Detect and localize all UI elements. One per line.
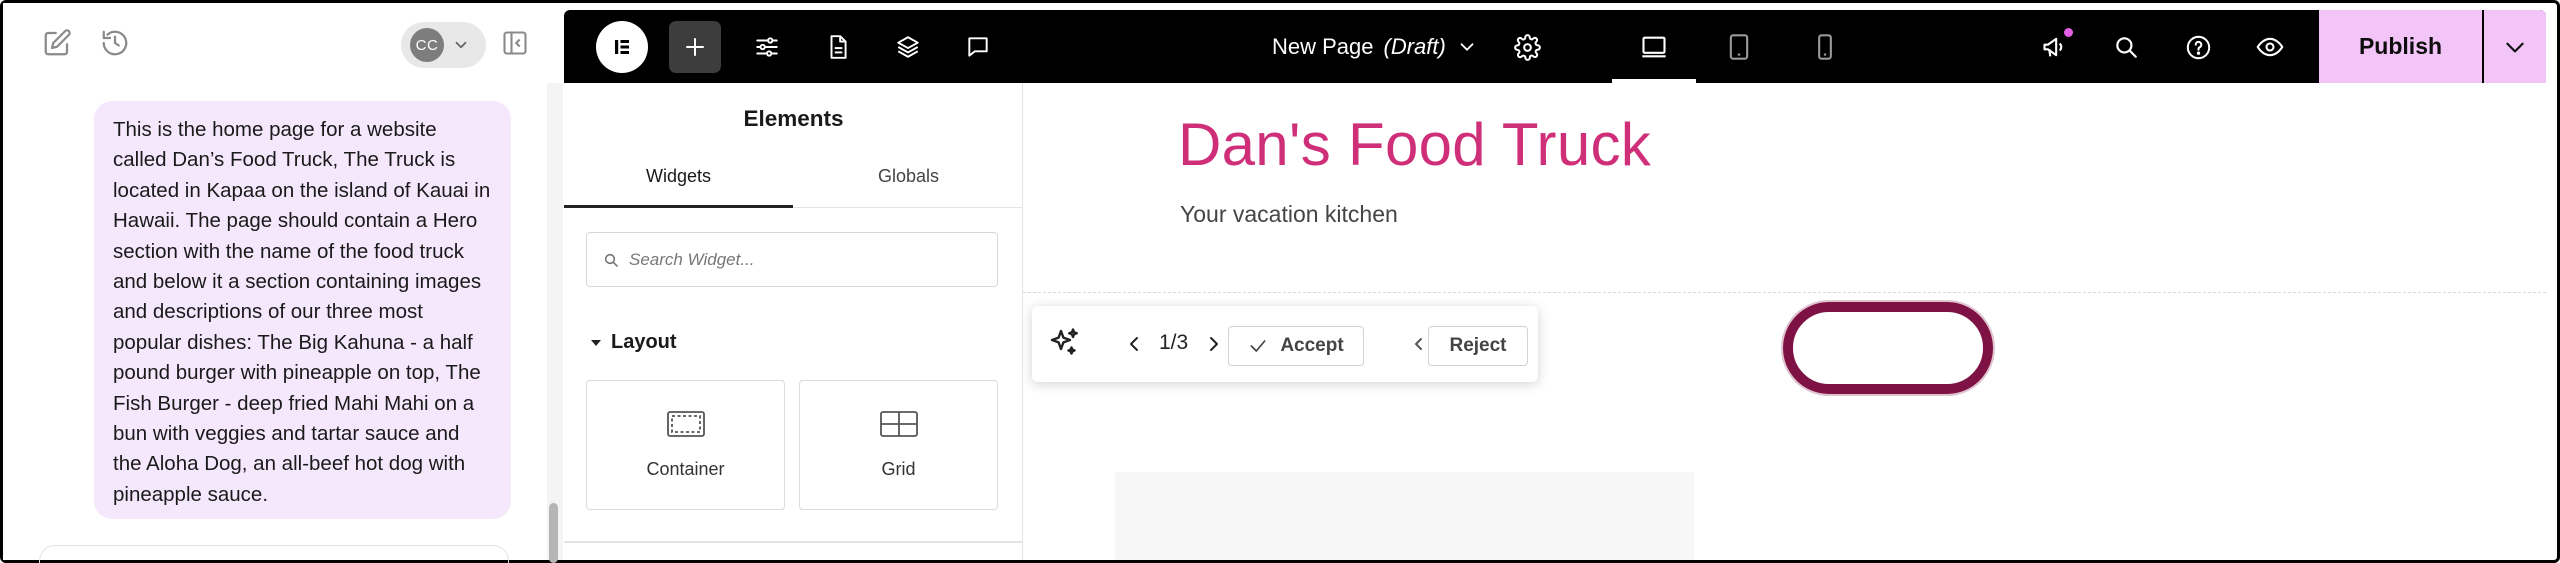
image-placeholder[interactable] (1115, 472, 1694, 560)
grid-icon (879, 411, 918, 437)
layers-icon[interactable] (887, 26, 929, 68)
scrollbar-thumb[interactable] (549, 503, 558, 563)
widget-search[interactable] (586, 232, 998, 287)
search-icon (604, 253, 618, 267)
page-icon[interactable] (817, 26, 859, 68)
accept-label: Accept (1280, 335, 1344, 356)
publish-options-button[interactable] (2484, 10, 2546, 83)
chat-toolbar: CC (3, 3, 563, 83)
reject-button[interactable]: Reject (1428, 326, 1528, 366)
chevron-left-icon (1410, 330, 1426, 363)
ai-suggestion-toolbar: 1/3 Accept Reject (1032, 306, 1538, 382)
page-status: (Draft) (1383, 33, 1446, 59)
comment-icon[interactable] (957, 26, 999, 68)
chevron-down-icon (1460, 42, 1474, 51)
editor: New Page (Draft) Publish Elements Widget… (564, 10, 2546, 560)
chevron-down-icon (2506, 42, 2524, 52)
widget-label: Grid (881, 459, 916, 479)
publish-button[interactable]: Publish (2319, 10, 2482, 83)
hero-subtitle[interactable]: Your vacation kitchen (1180, 201, 1398, 228)
chat-input-box[interactable] (39, 545, 509, 563)
hero-title[interactable]: Dan's Food Truck (1178, 110, 1651, 179)
container-icon (666, 411, 705, 437)
scrollbar-track[interactable] (547, 83, 563, 560)
elements-panel: Elements Widgets Globals Layout Containe… (564, 83, 1023, 560)
divider (564, 541, 1023, 543)
settings-gear-icon[interactable] (1506, 26, 1548, 68)
layout-section-toggle[interactable]: Layout (590, 331, 677, 354)
chat-panel: CC This is the home page for a website c… (3, 3, 563, 563)
page-title-menu[interactable]: New Page (Draft) (1272, 10, 1478, 83)
widget-label: Container (646, 459, 725, 479)
search-input[interactable] (629, 249, 989, 270)
collapse-panel-icon[interactable] (499, 27, 531, 59)
checkmark-icon (1250, 340, 1266, 352)
page-name: New Page (1272, 33, 1374, 59)
preview-eye-icon[interactable] (2249, 26, 2291, 68)
account-menu[interactable]: CC (401, 22, 486, 68)
caret-down-icon (591, 339, 601, 346)
chat-messages: This is the home page for a website call… (3, 83, 563, 563)
history-icon[interactable] (97, 25, 133, 61)
elementor-logo-icon[interactable] (596, 21, 648, 73)
panel-title: Elements (743, 106, 844, 131)
tablet-icon[interactable] (1718, 26, 1760, 68)
chevron-down-icon (455, 41, 467, 49)
avatar: CC (410, 28, 444, 62)
help-icon[interactable] (2177, 26, 2219, 68)
add-element-button[interactable] (669, 21, 721, 73)
new-chat-icon[interactable] (39, 25, 75, 61)
mobile-icon[interactable] (1804, 26, 1846, 68)
section-label: Layout (611, 331, 677, 353)
accept-button[interactable]: Accept (1228, 326, 1364, 366)
suggestion-counter: 1/3 (1159, 331, 1189, 354)
ai-sparkle-icon (1046, 325, 1082, 366)
desktop-icon[interactable] (1633, 26, 1675, 68)
chevron-right-icon[interactable] (1202, 330, 1226, 363)
notification-dot (2064, 28, 2073, 37)
tab-widgets[interactable]: Widgets (564, 158, 793, 208)
widget-grid[interactable]: Grid (799, 380, 998, 510)
editor-topbar: New Page (Draft) Publish (564, 10, 2546, 83)
plus-icon (686, 38, 704, 56)
chevron-left-icon[interactable] (1122, 330, 1146, 363)
tab-globals[interactable]: Globals (794, 158, 1023, 208)
panel-tabs: Widgets Globals (564, 158, 1023, 208)
user-message-bubble: This is the home page for a website call… (94, 101, 511, 519)
widget-container[interactable]: Container (586, 380, 785, 510)
search-icon[interactable] (2105, 26, 2147, 68)
section-boundary (1023, 292, 2546, 293)
sliders-icon[interactable] (746, 26, 788, 68)
accept-highlight-ring (1783, 302, 1993, 394)
